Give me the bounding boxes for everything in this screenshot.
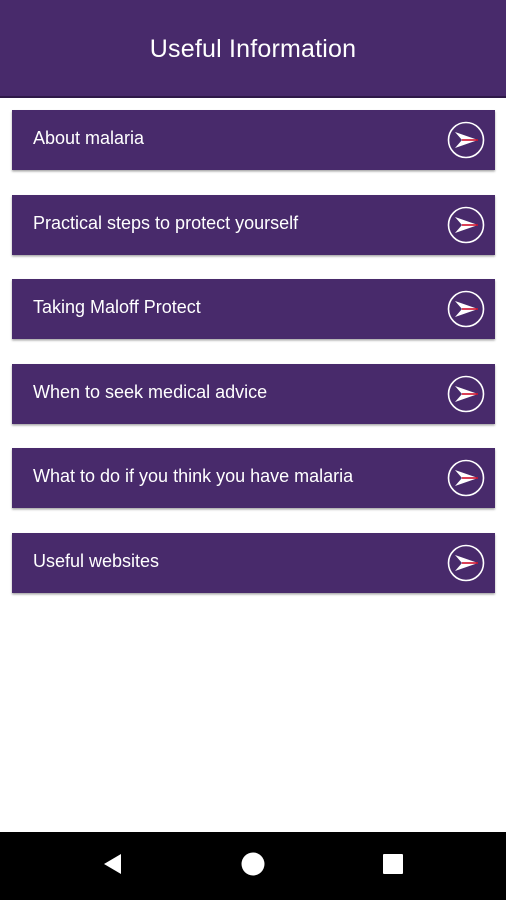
home-button[interactable]	[213, 832, 293, 900]
menu-item-label: About malaria	[33, 128, 145, 148]
menu-item-useful-websites[interactable]: Useful websites	[12, 532, 495, 593]
menu-item-label: What to do if you think you have malaria	[33, 466, 354, 486]
menu-item-taking-maloff-protect[interactable]: Taking Maloff Protect	[12, 279, 495, 339]
menu-item-label: Taking Maloff Protect	[33, 297, 201, 317]
recents-button[interactable]	[353, 832, 433, 900]
arrow-right-circle-icon	[447, 206, 485, 244]
recents-square-icon	[382, 853, 404, 880]
arrow-right-circle-icon	[447, 290, 485, 328]
home-circle-icon	[241, 852, 265, 881]
menu-item-label: Useful websites	[33, 550, 160, 571]
back-triangle-icon	[101, 852, 125, 881]
menu-item-practical-steps[interactable]: Practical steps to protect yourself	[12, 194, 495, 255]
menu-item-label: When to seek medical advice	[33, 381, 268, 402]
menu-list: About malaria Practical steps to protect…	[12, 110, 495, 617]
back-button[interactable]	[73, 832, 153, 900]
app-bar: Useful Information	[0, 0, 506, 98]
page-title: Useful Information	[149, 34, 357, 63]
arrow-right-circle-icon	[447, 375, 485, 413]
menu-item-label: Practical steps to protect yourself	[33, 212, 299, 233]
menu-item-about-malaria[interactable]: About malaria	[12, 110, 495, 170]
arrow-right-circle-icon	[447, 544, 485, 582]
menu-item-seek-medical-advice[interactable]: When to seek medical advice	[12, 363, 495, 424]
system-navigation-bar	[0, 832, 506, 900]
arrow-right-circle-icon	[447, 459, 485, 497]
menu-item-think-you-have-malaria[interactable]: What to do if you think you have malaria	[12, 448, 495, 508]
arrow-right-circle-icon	[447, 121, 485, 159]
